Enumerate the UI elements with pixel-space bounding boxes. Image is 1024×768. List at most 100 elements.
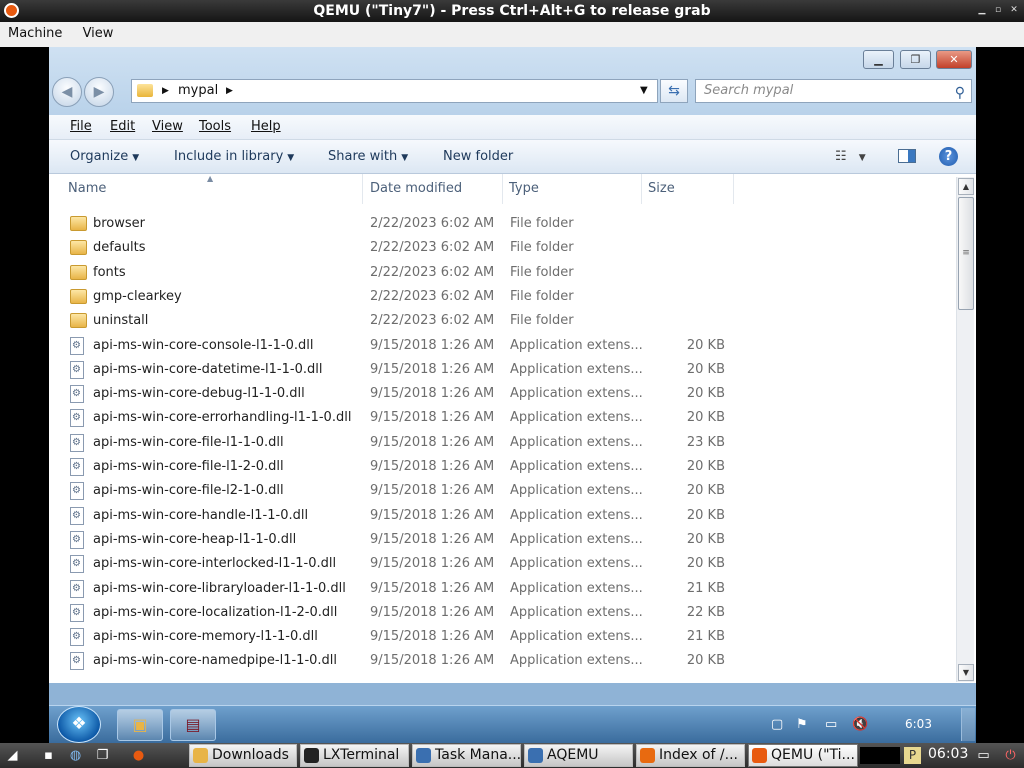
host-browser-icon[interactable]: ◍ xyxy=(67,747,84,764)
file-row[interactable]: api-ms-win-core-namedpipe-l1-1-0.dll 9/15… xyxy=(49,649,956,673)
share-with-label: Share with xyxy=(328,149,398,164)
host-qemu-launcher-icon[interactable]: ● xyxy=(130,747,147,764)
dll-file-icon xyxy=(70,334,84,358)
qemu-menu-machine[interactable]: Machine xyxy=(0,22,70,46)
address-bar[interactable]: ▶ mypal ▶ ▼ xyxy=(131,79,658,103)
menu-edit[interactable]: Edit xyxy=(110,119,135,134)
column-size[interactable]: Size xyxy=(642,174,734,204)
qemu-window-title: QEMU ("Tiny7") - Press Ctrl+Alt+G to rel… xyxy=(313,3,711,19)
breadcrumb-chevron-icon[interactable]: ▶ xyxy=(226,80,233,102)
qemu-menu-view[interactable]: View xyxy=(75,22,122,46)
qemu-maximize-icon[interactable]: ▫ xyxy=(992,4,1004,16)
host-task-button[interactable]: AQEMU xyxy=(524,744,633,767)
file-row[interactable]: api-ms-win-core-handle-l1-1-0.dll 9/15/20… xyxy=(49,504,956,528)
menu-help[interactable]: Help xyxy=(251,119,281,134)
task-app-icon xyxy=(640,748,655,763)
file-row[interactable]: api-ms-win-core-memory-l1-1-0.dll 9/15/20… xyxy=(49,625,956,649)
file-name: api-ms-win-core-namedpipe-l1-1-0.dll xyxy=(93,653,338,669)
share-with-button[interactable]: Share with ▼ xyxy=(328,149,408,164)
host-task-button[interactable]: Task Mana... xyxy=(412,744,521,767)
file-row[interactable]: api-ms-win-core-datetime-l1-1-0.dll 9/15/… xyxy=(49,358,956,382)
file-date-modified: 9/15/2018 1:26 AM xyxy=(370,410,495,426)
scroll-up-icon[interactable]: ▲ xyxy=(958,178,974,195)
file-row[interactable]: api-ms-win-core-debug-l1-1-0.dll 9/15/201… xyxy=(49,382,956,406)
host-power-icon[interactable]: ⏻ xyxy=(1002,747,1019,764)
include-in-library-button[interactable]: Include in library ▼ xyxy=(174,149,294,164)
forward-button[interactable]: ▶ xyxy=(84,77,114,107)
file-type: Application extens... xyxy=(510,386,643,402)
breadcrumb-mypal[interactable]: mypal xyxy=(178,80,218,102)
file-row[interactable]: api-ms-win-core-heap-l1-1-0.dll 9/15/2018… xyxy=(49,528,956,552)
minimize-button[interactable]: ▁ xyxy=(863,50,894,69)
file-row[interactable]: api-ms-win-core-console-l1-1-0.dll 9/15/2… xyxy=(49,334,956,358)
file-row[interactable]: api-ms-win-core-file-l1-1-0.dll 9/15/2018… xyxy=(49,431,956,455)
file-row[interactable]: browser 2/22/2023 6:02 AM File folder xyxy=(49,212,956,236)
back-button[interactable]: ◀ xyxy=(52,77,82,107)
address-dropdown-icon[interactable]: ▼ xyxy=(640,80,648,102)
search-icon[interactable]: ⚲ xyxy=(955,82,965,104)
organize-button[interactable]: Organize ▼ xyxy=(70,149,139,164)
file-row[interactable]: api-ms-win-core-interlocked-l1-1-0.dll 9/… xyxy=(49,552,956,576)
start-button[interactable]: ❖ xyxy=(57,706,101,743)
menu-tools[interactable]: Tools xyxy=(199,119,231,134)
task-app-icon xyxy=(416,748,431,763)
restore-button[interactable]: ❐ xyxy=(900,50,931,69)
menu-view[interactable]: View xyxy=(152,119,183,134)
view-options-icon[interactable]: ☷ ▼ xyxy=(835,149,866,164)
tray-volume-muted-icon[interactable]: 🔇 xyxy=(852,717,868,732)
scroll-down-icon[interactable]: ▼ xyxy=(958,664,974,681)
host-task-button[interactable]: LXTerminal xyxy=(300,744,409,767)
host-screen-icon[interactable]: ▭ xyxy=(975,747,992,764)
host-menu-icon[interactable]: ◢ xyxy=(4,747,21,764)
host-task-button[interactable]: QEMU ("Ti... xyxy=(748,744,858,767)
file-row[interactable]: gmp-clearkey 2/22/2023 6:02 AM File folder xyxy=(49,285,956,309)
qemu-minimize-icon[interactable]: ▁ xyxy=(976,4,988,16)
search-input[interactable]: Search mypal ⚲ xyxy=(695,79,972,103)
file-type: Application extens... xyxy=(510,459,643,474)
column-date-modified[interactable]: Date modified xyxy=(364,174,503,204)
file-row[interactable]: api-ms-win-core-file-l2-1-0.dll 9/15/2018… xyxy=(49,479,956,503)
file-size: 20 KB xyxy=(686,337,725,353)
file-name: api-ms-win-core-libraryloader-l1-1-0.dll xyxy=(93,580,346,596)
taskbar-clock[interactable]: 6:03 xyxy=(905,717,932,731)
file-size: 20 KB xyxy=(686,361,725,377)
menu-file[interactable]: File xyxy=(70,119,92,134)
host-task-button[interactable]: Downloads xyxy=(189,744,297,767)
host-clock[interactable]: 06:03 xyxy=(928,746,968,762)
file-row[interactable]: api-ms-win-core-file-l1-2-0.dll 9/15/2018… xyxy=(49,455,956,479)
vertical-scrollbar[interactable]: ▲ ≡ ▼ xyxy=(956,177,974,682)
host-files-icon[interactable]: ▪ xyxy=(40,747,57,764)
file-row[interactable]: defaults 2/22/2023 6:02 AM File folder xyxy=(49,236,956,260)
command-bar: Organize ▼ Include in library ▼ Share with… xyxy=(49,140,976,174)
column-type[interactable]: Type xyxy=(503,174,642,204)
host-task-label: Task Mana... xyxy=(435,747,521,763)
breadcrumb-separator-icon[interactable]: ▶ xyxy=(162,80,169,102)
dll-file-icon xyxy=(70,528,84,552)
help-icon[interactable]: ? xyxy=(939,147,958,166)
folder-icon xyxy=(70,264,87,280)
taskbar-archiver-button[interactable]: ▤ xyxy=(170,709,216,741)
file-row[interactable]: uninstall 2/22/2023 6:02 AM File folder xyxy=(49,309,956,333)
file-row[interactable]: fonts 2/22/2023 6:02 AM File folder xyxy=(49,261,956,285)
host-p-icon[interactable]: P xyxy=(904,747,921,764)
host-desktop-icon[interactable]: ❐ xyxy=(94,747,111,764)
column-name[interactable]: Name xyxy=(62,174,363,204)
preview-pane-icon[interactable] xyxy=(898,149,916,163)
new-folder-button[interactable]: New folder xyxy=(443,149,513,164)
qemu-close-icon[interactable]: ✕ xyxy=(1008,4,1020,16)
scroll-thumb[interactable]: ≡ xyxy=(958,197,974,310)
tray-action-center-icon[interactable]: ⚑ xyxy=(796,717,808,732)
close-button[interactable]: ✕ xyxy=(936,50,972,69)
dll-file-icon xyxy=(70,382,84,406)
tray-document-icon[interactable]: ▢ xyxy=(771,717,783,732)
file-row[interactable]: api-ms-win-core-localization-l1-2-0.dll 9… xyxy=(49,601,956,625)
refresh-button[interactable]: ⇆ xyxy=(660,79,688,103)
show-desktop-button[interactable] xyxy=(961,708,975,741)
file-size: 20 KB xyxy=(686,410,725,426)
vm-screen: ▁ ❐ ✕ ◀ ▶ ▶ mypal ▶ ▼ ⇆ Search mypal ⚲ F… xyxy=(49,47,976,743)
taskbar-explorer-button[interactable]: ▣ xyxy=(117,709,163,741)
file-row[interactable]: api-ms-win-core-libraryloader-l1-1-0.dll… xyxy=(49,577,956,601)
host-task-button[interactable]: Index of /... xyxy=(636,744,745,767)
file-row[interactable]: api-ms-win-core-errorhandling-l1-1-0.dll… xyxy=(49,406,956,430)
tray-network-icon[interactable]: ▭ xyxy=(825,717,837,732)
